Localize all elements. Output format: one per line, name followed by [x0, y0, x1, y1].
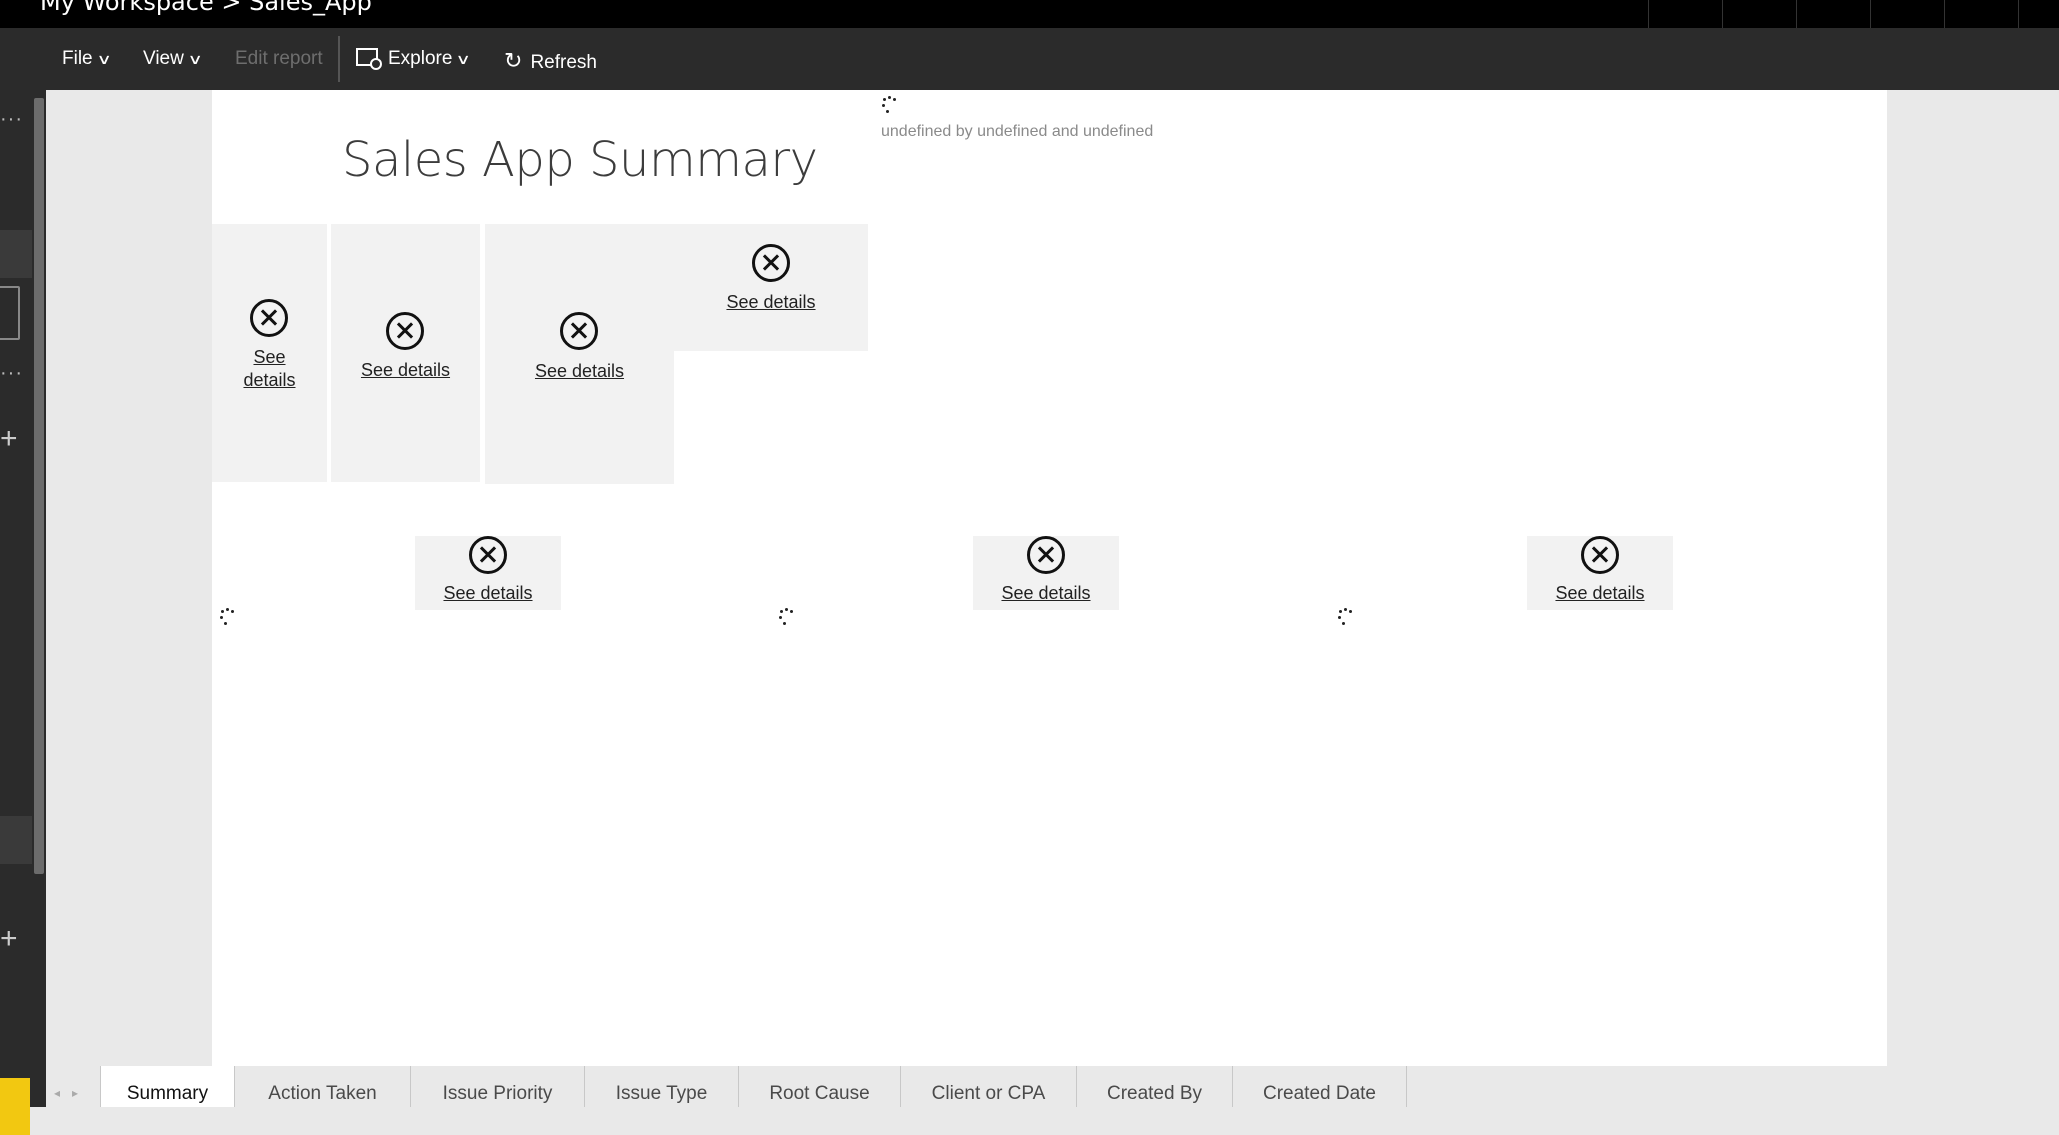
- file-menu[interactable]: File ∨: [62, 48, 112, 70]
- error-icon: [1581, 536, 1619, 574]
- page-title: Sales App Summary: [342, 132, 818, 188]
- see-details-link[interactable]: See details: [973, 582, 1119, 605]
- add-icon[interactable]: +: [0, 422, 18, 456]
- more-icon[interactable]: ···: [0, 108, 23, 131]
- refresh-label: Refresh: [530, 52, 597, 73]
- error-icon: [1027, 536, 1065, 574]
- tab-root-cause[interactable]: Root Cause: [738, 1066, 900, 1107]
- see-details-link[interactable]: See details: [212, 346, 327, 392]
- visual-tile[interactable]: See details: [331, 224, 480, 482]
- toolbar-action-button[interactable]: [1648, 0, 1723, 28]
- visual-tile[interactable]: See details: [415, 536, 561, 610]
- see-details-text: details: [243, 370, 296, 390]
- error-icon: [752, 244, 790, 282]
- toolbar-divider: [338, 36, 340, 82]
- more-icon[interactable]: ···: [0, 362, 23, 385]
- toolbar-action-button[interactable]: [1722, 0, 1797, 28]
- see-details-link[interactable]: See details: [415, 582, 561, 605]
- see-details-link[interactable]: See details: [674, 291, 868, 314]
- report-subtitle: undefined by undefined and undefined: [881, 123, 1154, 140]
- loading-spinner-icon: [882, 96, 896, 114]
- see-details-link[interactable]: See details: [1527, 582, 1673, 605]
- loading-spinner-icon: [779, 608, 793, 626]
- explore-menu[interactable]: Explore ∨: [356, 48, 472, 70]
- report-canvas: undefined by undefined and undefined Sal…: [212, 90, 1887, 1066]
- visual-tile[interactable]: See details: [973, 536, 1119, 610]
- window-title: My Workspace > Sales_App: [40, 0, 372, 16]
- refresh-button[interactable]: ↻ Refresh: [504, 48, 597, 74]
- report-toolbar: File ∨ View ∨ Edit report Explore ∨ ↻ Refres…: [46, 28, 2059, 90]
- tab-action-taken[interactable]: Action Taken: [234, 1066, 410, 1107]
- error-icon: [560, 312, 598, 350]
- nav-item[interactable]: [0, 230, 32, 278]
- file-menu-label: File: [62, 48, 93, 69]
- left-navigation-rail: ··· ··· + +: [0, 28, 46, 1135]
- error-icon: [250, 299, 288, 337]
- chevron-down-icon: ∨: [96, 51, 112, 67]
- tab-issue-priority[interactable]: Issue Priority: [410, 1066, 584, 1107]
- view-menu[interactable]: View ∨: [143, 48, 203, 70]
- tab-summary[interactable]: Summary: [100, 1066, 234, 1107]
- chevron-down-icon: ∨: [455, 51, 472, 67]
- see-details-link[interactable]: See details: [485, 360, 674, 383]
- nav-item[interactable]: [0, 816, 32, 864]
- window-title-bar: My Workspace > Sales_App: [0, 0, 2059, 28]
- explore-label: Explore: [388, 48, 453, 69]
- see-details-link[interactable]: See details: [331, 359, 480, 382]
- visual-tile[interactable]: See details: [212, 224, 327, 482]
- tab-created-date[interactable]: Created Date: [1232, 1066, 1407, 1107]
- visual-tile[interactable]: See details: [485, 224, 674, 484]
- visual-tile[interactable]: See details: [1527, 536, 1673, 610]
- nav-item-box[interactable]: [0, 286, 20, 340]
- error-icon: [469, 536, 507, 574]
- refresh-icon: ↻: [504, 48, 523, 73]
- toolbar-action-button[interactable]: [1796, 0, 1871, 28]
- tab-client-or-cpa[interactable]: Client or CPA: [900, 1066, 1076, 1107]
- loading-spinner-icon: [220, 608, 234, 626]
- add-icon[interactable]: +: [0, 922, 18, 956]
- edit-report-button[interactable]: Edit report: [235, 48, 323, 70]
- scrollbar[interactable]: [34, 98, 44, 874]
- toolbar-action-button[interactable]: [1870, 0, 1945, 28]
- tab-issue-type[interactable]: Issue Type: [584, 1066, 738, 1107]
- loading-spinner-icon: [1338, 608, 1352, 626]
- view-menu-label: View: [143, 48, 184, 69]
- tab-created-by[interactable]: Created By: [1076, 1066, 1232, 1107]
- tab-scroll-arrows[interactable]: ◂▸: [54, 1086, 90, 1100]
- account-avatar[interactable]: [2018, 0, 2059, 28]
- visual-tile[interactable]: See details: [674, 224, 868, 351]
- see-details-text: See: [253, 347, 286, 367]
- page-tab-bar: ◂▸ Summary Action Taken Issue Priority I…: [46, 1066, 2059, 1107]
- explore-icon: [356, 48, 382, 70]
- error-icon: [386, 312, 424, 350]
- chevron-down-icon: ∨: [187, 51, 203, 67]
- toolbar-action-button[interactable]: [1944, 0, 2019, 28]
